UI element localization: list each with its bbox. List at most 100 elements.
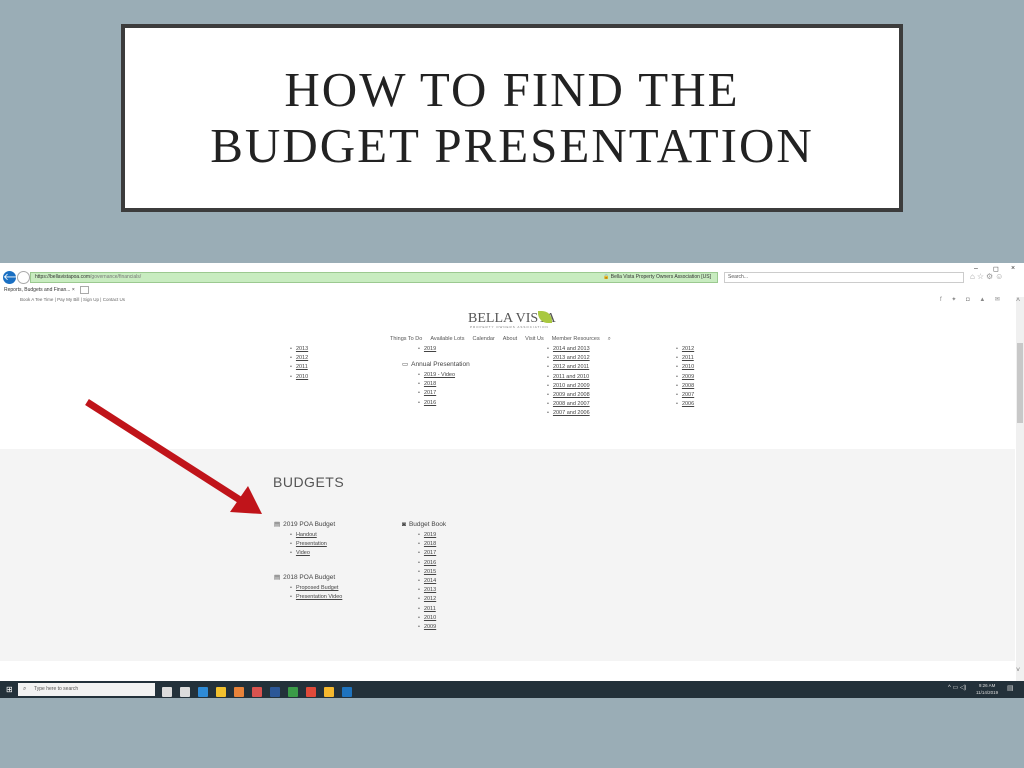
- list-item[interactable]: • 2012 and 2011: [547, 363, 590, 372]
- taskbar-app-icon[interactable]: [270, 687, 280, 697]
- windows-start-icon[interactable]: ⊞: [6, 685, 13, 694]
- tab-label: Reports, Budgets and Finan...: [4, 287, 71, 293]
- taskbar-app-icon[interactable]: [342, 687, 352, 697]
- list-item[interactable]: • 2019: [418, 345, 436, 354]
- list-item[interactable]: • 2013: [418, 586, 446, 595]
- social-icons[interactable]: f ✦ ◘ ▲ ✉: [940, 296, 1004, 303]
- slide-title-box: HOW TO FIND THE BUDGET PRESENTATION: [121, 24, 903, 212]
- list-item[interactable]: • Handout: [290, 531, 335, 540]
- menu-search-icon[interactable]: ⌕: [608, 336, 611, 342]
- taskbar-app-icon[interactable]: [252, 687, 262, 697]
- list-item[interactable]: • 2017: [418, 389, 470, 398]
- annual-presentation-heading: ▭ Annual Presentation: [402, 359, 470, 371]
- notification-icon[interactable]: ▤: [1007, 684, 1014, 692]
- list-item[interactable]: • 2019: [418, 531, 446, 540]
- budget-book-heading: ◙ Budget Book: [402, 519, 446, 531]
- clock-time: 9:26 AM: [978, 683, 996, 688]
- list-item[interactable]: • 2009 and 2008: [547, 391, 590, 400]
- list-item[interactable]: • 2015: [418, 568, 446, 577]
- list-item[interactable]: • Presentation: [290, 540, 335, 549]
- list-item[interactable]: • Proposed Budget: [290, 584, 342, 593]
- scrollbar-thumb[interactable]: [1017, 343, 1023, 423]
- column-2: • 2019: [418, 345, 436, 354]
- utility-links[interactable]: Book A Tee Time | Pay My Bill | Sign Up …: [20, 297, 125, 302]
- list-item[interactable]: • 2006: [676, 400, 694, 409]
- list-item[interactable]: • 2011 and 2010: [547, 373, 590, 382]
- list-item[interactable]: • 2009: [418, 623, 446, 632]
- list-item[interactable]: • 2014: [418, 577, 446, 586]
- page-bottom: [0, 661, 1024, 681]
- search-icon: ⌕: [23, 686, 27, 692]
- taskbar-app-icon[interactable]: [162, 687, 172, 697]
- system-clock[interactable]: 9:26 AM 11/14/2019: [976, 682, 998, 696]
- list-item[interactable]: • 2011: [676, 354, 694, 363]
- menu-item-things-to-do[interactable]: Things To Do: [390, 336, 422, 342]
- list-item[interactable]: • Presentation Video: [290, 593, 342, 602]
- system-tray-icons[interactable]: ^ ▭ ◁): [948, 684, 966, 691]
- slide-title-line-1: HOW TO FIND THE: [284, 62, 740, 117]
- list-item[interactable]: • 2016: [418, 559, 446, 568]
- windows-taskbar: ⊞ ⌕ Type here to search ^ ▭ ◁) 9:26 AM 1…: [0, 681, 1024, 698]
- taskbar-search-placeholder: Type here to search: [34, 686, 79, 692]
- forward-button[interactable]: [17, 271, 30, 284]
- menu-item-about[interactable]: About: [503, 336, 517, 342]
- list-item[interactable]: • 2009: [676, 373, 694, 382]
- list-item[interactable]: • 2013: [290, 345, 308, 354]
- list-item[interactable]: • 2012: [418, 595, 446, 604]
- list-item[interactable]: • 2010 and 2009: [547, 382, 590, 391]
- taskbar-app-icon[interactable]: [216, 687, 226, 697]
- address-bar[interactable]: https://bellavistapoa.com/governance/fin…: [30, 272, 718, 283]
- taskbar-app-icon[interactable]: [324, 687, 334, 697]
- list-item[interactable]: • 2018: [418, 380, 470, 389]
- list-item[interactable]: • 2019 - Video: [418, 371, 470, 380]
- column-3: • 2014 and 2013 • 2013 and 2012 • 2012 and …: [547, 345, 590, 419]
- list-item[interactable]: • 2008: [676, 382, 694, 391]
- site-identity: 🔒 Bella Vista Property Owners Associatio…: [603, 274, 711, 280]
- browser-search-input[interactable]: Search...: [724, 272, 964, 283]
- reports-links-section: • 2013 • 2012 • 2011 • 2010 • 2019 ▭ Annual Pr…: [0, 345, 1015, 449]
- clock-date: 11/14/2019: [976, 690, 999, 695]
- scroll-down-icon[interactable]: ˅: [1016, 667, 1020, 674]
- taskbar-app-icon[interactable]: [180, 687, 190, 697]
- menu-item-member-resources[interactable]: Member Resources: [552, 336, 600, 342]
- site-logo-subtext: PROPERTY OWNERS ASSOCIATION: [470, 325, 549, 329]
- list-item[interactable]: • 2007: [676, 391, 694, 400]
- list-item[interactable]: • 2012: [676, 345, 694, 354]
- taskbar-app-icon[interactable]: [288, 687, 298, 697]
- list-item[interactable]: • Video: [290, 549, 335, 558]
- document-icon: ▤: [274, 574, 281, 581]
- favorites-icons[interactable]: ⌂☆⚙☺: [970, 272, 1005, 281]
- list-item[interactable]: • 2012: [290, 354, 308, 363]
- tab-close-icon[interactable]: ×: [72, 287, 75, 293]
- scroll-up-icon[interactable]: ˄: [1016, 297, 1020, 304]
- taskbar-search-input[interactable]: ⌕ Type here to search: [18, 683, 155, 696]
- list-item[interactable]: • 2017: [418, 549, 446, 558]
- address-url-host: https://bellavistapoa.com: [35, 274, 91, 280]
- annual-presentation-group: ▭ Annual Presentation • 2019 - Video • 2018…: [402, 359, 470, 408]
- list-item[interactable]: • 2016: [418, 399, 470, 408]
- list-item[interactable]: • 2008 and 2007: [547, 400, 590, 409]
- list-item[interactable]: • 2011: [290, 363, 308, 372]
- back-button[interactable]: 🡐: [3, 271, 30, 284]
- taskbar-app-icons: [162, 684, 360, 698]
- list-item[interactable]: • 2013 and 2012: [547, 354, 590, 363]
- menu-item-available-lots[interactable]: Available Lots: [430, 336, 464, 342]
- list-item[interactable]: • 2011: [418, 605, 446, 614]
- new-tab-button[interactable]: [80, 286, 89, 294]
- tab-reports[interactable]: Reports, Budgets and Finan... ×: [2, 285, 75, 295]
- taskbar-app-icon[interactable]: [198, 687, 208, 697]
- list-item[interactable]: • 2010: [290, 373, 308, 382]
- menu-item-visit-us[interactable]: Visit Us: [525, 336, 544, 342]
- list-item[interactable]: • 2007 and 2006: [547, 409, 590, 418]
- list-item[interactable]: • 2010: [676, 363, 694, 372]
- taskbar-app-icon[interactable]: [234, 687, 244, 697]
- poa-2019-budget-heading: ▤ 2019 POA Budget: [274, 519, 335, 531]
- book-icon: ◙: [402, 521, 406, 528]
- list-item[interactable]: • 2018: [418, 540, 446, 549]
- minimize-icon[interactable]: –: [974, 265, 978, 272]
- taskbar-app-icon[interactable]: [306, 687, 316, 697]
- close-icon[interactable]: ×: [1011, 265, 1015, 272]
- menu-item-calendar[interactable]: Calendar: [472, 336, 494, 342]
- list-item[interactable]: • 2010: [418, 614, 446, 623]
- list-item[interactable]: • 2014 and 2013: [547, 345, 590, 354]
